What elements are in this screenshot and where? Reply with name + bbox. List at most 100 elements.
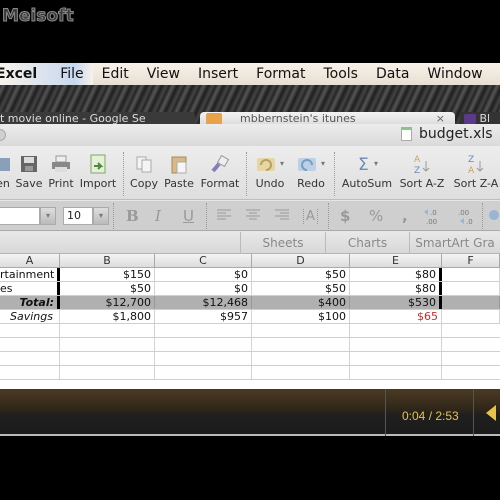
decrease-decimal-button[interactable]: .0.00 xyxy=(422,206,446,230)
cell-b[interactable]: $50 xyxy=(60,282,155,295)
undo-button[interactable]: ▾ Undo xyxy=(251,152,289,190)
print-button[interactable]: Print xyxy=(46,152,76,190)
cell-empty[interactable] xyxy=(350,366,442,379)
italic-button[interactable]: I xyxy=(155,207,161,225)
align-right-button[interactable] xyxy=(274,208,290,226)
cell-empty[interactable] xyxy=(60,338,155,351)
gallery-tab-smartart[interactable]: SmartArt Gra xyxy=(409,232,500,254)
cell-empty[interactable] xyxy=(60,352,155,365)
cell-d[interactable]: $100 xyxy=(252,310,350,323)
comma-button[interactable]: , xyxy=(402,207,408,225)
font-name-dropdown[interactable]: ▾ xyxy=(40,207,56,225)
cell-b[interactable]: $1,800 xyxy=(60,310,155,323)
cell-empty[interactable] xyxy=(0,324,60,337)
column-header-d[interactable]: D xyxy=(252,254,350,268)
cell-d[interactable]: $50 xyxy=(252,282,350,295)
underline-button[interactable]: U xyxy=(183,207,194,225)
wrap-text-button[interactable]: A xyxy=(303,209,318,224)
format-painter-button[interactable]: Format xyxy=(199,152,241,190)
align-center-button[interactable] xyxy=(245,208,261,226)
cell-c[interactable]: $0 xyxy=(155,268,252,281)
column-header-c[interactable]: C xyxy=(155,254,252,268)
font-size-field[interactable]: 10 xyxy=(63,207,93,225)
cell-empty[interactable] xyxy=(60,366,155,379)
window-title: budget.xls xyxy=(419,126,493,142)
window-control-button[interactable] xyxy=(0,129,6,141)
cell-a[interactable]: Total: xyxy=(0,296,60,309)
column-header-a[interactable]: A xyxy=(0,254,60,268)
save-label: Save xyxy=(15,177,43,190)
cell-e[interactable]: $530 xyxy=(350,296,442,309)
cell-d[interactable]: $50 xyxy=(252,268,350,281)
cell-d[interactable]: $400 xyxy=(252,296,350,309)
cell-empty[interactable] xyxy=(252,338,350,351)
cell-e-negative[interactable]: $65 xyxy=(350,310,442,323)
cell-empty[interactable] xyxy=(252,352,350,365)
cell-f[interactable] xyxy=(442,268,500,281)
cell-a[interactable]: rtainment xyxy=(0,268,60,281)
cell-empty[interactable] xyxy=(60,324,155,337)
menu-file[interactable]: File xyxy=(51,66,92,82)
percent-button[interactable]: % xyxy=(369,207,383,225)
cell-empty[interactable] xyxy=(155,366,252,379)
video-top-bar: Meisoft xyxy=(0,0,500,60)
sort-descending-button[interactable]: ZA Sort Z-A xyxy=(450,152,500,190)
copy-button[interactable]: Copy xyxy=(128,152,160,190)
print-icon xyxy=(46,152,76,176)
spreadsheet-grid[interactable]: A B C D E F rtainment $150 $0 $50 $80 es… xyxy=(0,254,500,389)
cell-b[interactable]: $150 xyxy=(60,268,155,281)
menu-format[interactable]: Format xyxy=(247,66,314,82)
indent-button[interactable] xyxy=(487,208,500,226)
cell-empty[interactable] xyxy=(350,324,442,337)
gallery-tab-sheets[interactable]: Sheets xyxy=(240,232,325,254)
menu-data[interactable]: Data xyxy=(367,66,418,82)
excel-window: budget.xls en Save Print Import Copy Pas… xyxy=(0,124,500,389)
menu-edit[interactable]: Edit xyxy=(93,66,138,82)
cell-a[interactable]: Savings xyxy=(0,310,60,323)
font-size-dropdown[interactable]: ▾ xyxy=(93,207,109,225)
redo-button[interactable]: ▾ Redo xyxy=(292,152,330,190)
cell-a[interactable]: es xyxy=(0,282,60,295)
align-left-button[interactable] xyxy=(216,208,232,226)
paste-button[interactable]: Paste xyxy=(163,152,195,190)
volume-icon[interactable] xyxy=(486,405,496,421)
cell-e[interactable]: $80 xyxy=(350,282,442,295)
cell-empty[interactable] xyxy=(155,324,252,337)
menu-insert[interactable]: Insert xyxy=(189,66,247,82)
cell-b[interactable]: $12,700 xyxy=(60,296,155,309)
sort-ascending-button[interactable]: AZ Sort A-Z xyxy=(397,152,447,190)
cell-f[interactable] xyxy=(442,310,500,323)
save-button[interactable]: Save xyxy=(14,152,44,190)
cell-f[interactable] xyxy=(442,296,500,309)
cell-empty[interactable] xyxy=(0,338,60,351)
cell-c[interactable]: $12,468 xyxy=(155,296,252,309)
column-header-b[interactable]: B xyxy=(60,254,155,268)
autosum-button[interactable]: Σ ▾ AutoSum xyxy=(339,152,395,190)
font-name-field[interactable] xyxy=(0,207,40,225)
bold-button[interactable]: B xyxy=(126,207,139,225)
menu-tools[interactable]: Tools xyxy=(314,66,367,82)
column-header-e[interactable]: E xyxy=(350,254,442,268)
cell-empty[interactable] xyxy=(252,366,350,379)
autosum-label: AutoSum xyxy=(341,177,393,190)
gallery-tab-charts[interactable]: Charts xyxy=(325,232,409,254)
cell-c[interactable]: $0 xyxy=(155,282,252,295)
increase-decimal-button[interactable]: .00.0 xyxy=(452,206,476,230)
column-header-f[interactable]: F xyxy=(442,254,500,268)
cell-empty[interactable] xyxy=(155,352,252,365)
menu-window[interactable]: Window xyxy=(418,66,491,82)
cell-empty[interactable] xyxy=(350,352,442,365)
cell-empty[interactable] xyxy=(0,366,60,379)
import-button[interactable]: Import xyxy=(78,152,118,190)
open-button[interactable]: en xyxy=(0,152,14,190)
cell-e[interactable]: $80 xyxy=(350,268,442,281)
cell-empty[interactable] xyxy=(0,352,60,365)
menu-view[interactable]: View xyxy=(138,66,189,82)
cell-empty[interactable] xyxy=(155,338,252,351)
currency-button[interactable]: $ xyxy=(340,207,350,225)
cell-f[interactable] xyxy=(442,282,500,295)
menu-app-excel[interactable]: Excel xyxy=(0,66,51,82)
cell-empty[interactable] xyxy=(350,338,442,351)
cell-c[interactable]: $957 xyxy=(155,310,252,323)
cell-empty[interactable] xyxy=(252,324,350,337)
